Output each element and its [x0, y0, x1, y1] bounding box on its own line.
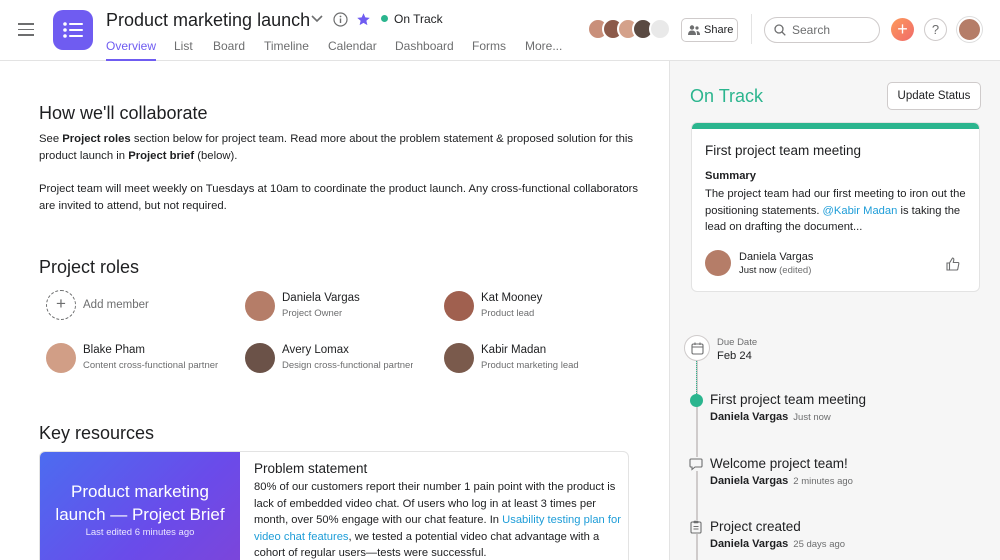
member-name: Kat Mooney	[481, 292, 543, 304]
problem-statement-text: 80% of our customers report their number…	[254, 481, 621, 560]
search-input[interactable]: Search	[764, 17, 880, 43]
status-update-card[interactable]: First project team meeting Summary The p…	[691, 122, 980, 292]
roles-heading: Project roles	[39, 257, 140, 277]
add-member-label: Add member	[83, 299, 149, 311]
timeline-dot	[690, 394, 703, 407]
tab-overview[interactable]: Overview	[106, 39, 157, 61]
timeline-title: First project team meeting	[710, 392, 867, 407]
resources-heading: Key resources	[39, 423, 155, 443]
status-dot	[381, 15, 388, 22]
tab-forms[interactable]: Forms	[472, 39, 506, 61]
star-icon[interactable]	[356, 12, 371, 27]
user-avatar[interactable]	[957, 17, 982, 42]
brief-edited-time: Last edited 6 minutes ago	[85, 527, 195, 538]
member-card[interactable]: Avery Lomax Design cross-functional part…	[245, 343, 435, 377]
status-chip[interactable]: On Track	[381, 12, 443, 26]
timeline-meta: Daniela Vargas Just now	[710, 411, 831, 423]
tab-board[interactable]: Board	[213, 39, 245, 61]
tab-timeline[interactable]: Timeline	[264, 39, 309, 61]
timeline-meta: Daniela Vargas 25 days ago	[710, 538, 846, 550]
member-role: Product lead	[481, 308, 535, 319]
brief-thumbnail-title: Product marketing launch — Project Brief	[55, 482, 225, 524]
member-name: Avery Lomax	[282, 344, 349, 356]
member-role: Product marketing lead	[481, 360, 579, 371]
status-label: On Track	[394, 12, 443, 26]
avatar	[245, 291, 275, 321]
menu-icon[interactable]	[18, 23, 34, 36]
overview-main: How we'll collaborate See Project roles …	[0, 61, 669, 560]
due-date-value[interactable]: Feb 24	[717, 350, 752, 362]
timeline-meta: Daniela Vargas 2 minutes ago	[710, 475, 853, 487]
member-name: Kabir Madan	[481, 344, 547, 356]
project-list-icon	[53, 10, 93, 50]
collaborate-paragraph-1: See Project roles section below for proj…	[39, 133, 634, 162]
member-card[interactable]: Kat Mooney Product lead	[444, 291, 634, 325]
help-button[interactable]: ?	[924, 18, 947, 41]
update-time: Just now (edited)	[739, 265, 812, 276]
timeline-title: Welcome project team!	[710, 456, 848, 471]
mention-link[interactable]: @Kabir Madan	[823, 205, 898, 217]
avatar	[46, 343, 76, 373]
timeline-line-dotted	[696, 361, 698, 394]
create-button[interactable]: +	[891, 18, 914, 41]
status-panel: On Track Update Status First project tea…	[669, 61, 1000, 560]
add-member-button[interactable]: + Add member	[46, 290, 236, 324]
people-icon	[649, 18, 671, 40]
project-brief-card[interactable]: Product marketing launch — Project Brief …	[39, 451, 629, 560]
collaborate-paragraph-2: Project team will meet weekly on Tuesday…	[39, 183, 639, 212]
member-role: Project Owner	[282, 308, 343, 319]
avatar	[444, 343, 474, 373]
share-people-icon	[688, 25, 700, 35]
share-label: Share	[704, 24, 734, 36]
summary-label: Summary	[705, 170, 756, 182]
tab-list[interactable]: List	[174, 39, 193, 61]
update-status-button[interactable]: Update Status	[887, 82, 981, 110]
member-card[interactable]: Daniela Vargas Project Owner	[245, 291, 435, 325]
timeline-item[interactable]: Project created Daniela Vargas 25 days ag…	[710, 519, 990, 550]
add-icon: +	[46, 290, 76, 320]
comment-icon	[689, 457, 703, 471]
avatar	[444, 291, 474, 321]
timeline-title: Project created	[710, 519, 801, 534]
like-icon[interactable]	[946, 257, 960, 271]
chevron-down-icon[interactable]	[311, 15, 323, 23]
timeline-item[interactable]: First project team meeting Daniela Varga…	[710, 392, 990, 423]
info-icon[interactable]	[333, 12, 348, 27]
calendar-icon	[684, 335, 710, 361]
share-button[interactable]: Share	[681, 18, 738, 42]
update-author: Daniela Vargas	[739, 251, 814, 263]
member-role: Content cross-functional partner	[83, 360, 219, 371]
tab-calendar[interactable]: Calendar	[328, 39, 377, 61]
project-title[interactable]: Product marketing launch	[106, 10, 310, 31]
brief-thumbnail[interactable]: Product marketing launch — Project Brief …	[40, 452, 240, 560]
tab-more[interactable]: More...	[525, 39, 562, 61]
due-date-label: Due Date	[717, 337, 758, 348]
member-card[interactable]: Kabir Madan Product marketing lead	[444, 343, 634, 377]
member-name: Daniela Vargas	[282, 292, 360, 304]
status-color-bar	[692, 123, 979, 129]
summary-text: The project team had our first meeting t…	[705, 188, 966, 234]
status-title: On Track	[690, 86, 764, 106]
top-bar: Product marketing launch On Track Overvi…	[0, 0, 1000, 61]
member-card[interactable]: Blake Pham Content cross-functional part…	[46, 343, 236, 377]
divider	[751, 14, 752, 44]
search-icon	[774, 24, 786, 36]
tab-dashboard[interactable]: Dashboard	[395, 39, 454, 61]
avatar	[245, 343, 275, 373]
timeline-item[interactable]: Welcome project team! Daniela Vargas 2 mi…	[710, 456, 990, 487]
search-placeholder: Search	[792, 23, 831, 37]
brief-body: Problem statement 80% of our customers r…	[254, 461, 622, 560]
update-title: First project team meeting	[705, 143, 862, 158]
member-role: Design cross-functional partner	[282, 360, 414, 371]
collaborate-heading: How we'll collaborate	[39, 103, 208, 123]
problem-statement-title: Problem statement	[254, 461, 368, 476]
member-name: Blake Pham	[83, 344, 146, 356]
avatar	[705, 250, 731, 276]
clipboard-icon	[689, 520, 703, 534]
